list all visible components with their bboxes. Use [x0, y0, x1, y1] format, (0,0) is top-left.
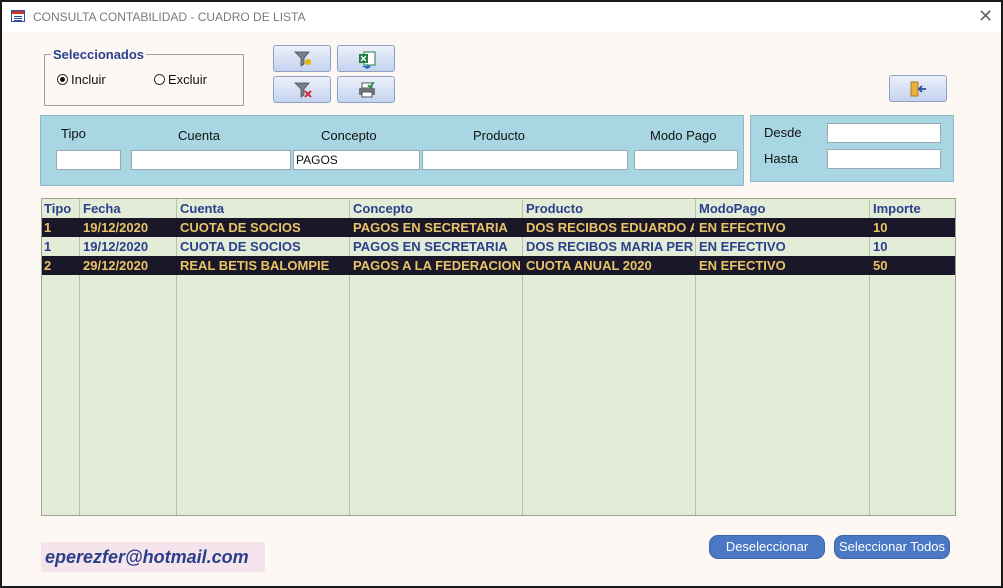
author-email: eperezfer@hotmail.com: [41, 542, 265, 572]
print-button[interactable]: [337, 76, 395, 103]
results-grid[interactable]: Tipo Fecha Cuenta Concepto Producto Modo…: [41, 198, 956, 516]
filter-producto-label: Producto: [473, 128, 526, 143]
cell-cuenta: REAL BETIS BALOMPIE: [180, 258, 330, 273]
col-header-cuenta[interactable]: Cuenta: [180, 199, 224, 218]
col-header-importe[interactable]: Importe: [873, 199, 921, 218]
filter-tipo-input[interactable]: [56, 150, 121, 170]
selection-group: Seleccionados Incluir Excluir: [44, 47, 244, 106]
clear-filter-button[interactable]: [273, 76, 331, 103]
cell-cuenta: CUOTA DE SOCIOS: [180, 220, 301, 235]
window-title: CONSULTA CONTABILIDAD - CUADRO DE LISTA: [33, 10, 306, 24]
radio-excluir-indicator[interactable]: [154, 73, 165, 85]
cell-tipo: 1: [44, 220, 52, 235]
selection-group-legend: Seleccionados: [51, 47, 147, 62]
radio-excluir-label: Excluir: [168, 71, 208, 87]
table-row[interactable]: 1 19/12/2020 CUOTA DE SOCIOS PAGOS EN SE…: [42, 218, 955, 237]
cell-concepto: PAGOS EN SECRETARIA: [353, 220, 508, 235]
excel-export-icon: [359, 51, 376, 69]
cell-modopago: EN EFECTIVO: [699, 220, 786, 235]
cell-producto: DOS RECIBOS MARIA PEREZ: [526, 239, 694, 254]
cell-producto: CUOTA ANUAL 2020: [526, 258, 652, 273]
hasta-label: Hasta: [764, 151, 798, 166]
table-row[interactable]: 2 29/12/2020 REAL BETIS BALOMPIE PAGOS A…: [42, 256, 955, 275]
col-header-concepto[interactable]: Concepto: [353, 199, 413, 218]
table-row[interactable]: 1 19/12/2020 CUOTA DE SOCIOS PAGOS EN SE…: [42, 237, 955, 256]
date-panel: Desde Hasta: [750, 115, 954, 182]
radio-excluir[interactable]: Excluir: [154, 71, 207, 87]
consulta-window: CONSULTA CONTABILIDAD - CUADRO DE LISTA …: [0, 0, 1003, 588]
filter-cuenta-label: Cuenta: [178, 128, 220, 143]
cell-tipo: 2: [44, 258, 52, 273]
export-excel-button[interactable]: [337, 45, 395, 72]
cell-importe: 50: [873, 258, 888, 273]
radio-incluir[interactable]: Incluir: [57, 71, 106, 87]
cell-importe: 10: [873, 239, 888, 254]
radio-incluir-indicator[interactable]: [57, 73, 68, 85]
filter-icon: [294, 51, 311, 67]
title-bar: CONSULTA CONTABILIDAD - CUADRO DE LISTA …: [2, 2, 1001, 32]
cell-tipo: 1: [44, 239, 52, 254]
exit-button[interactable]: [889, 75, 947, 102]
cell-concepto: PAGOS A LA FEDERACION: [353, 258, 520, 273]
desde-input[interactable]: [827, 123, 941, 143]
deselect-button[interactable]: Deseleccionar: [709, 535, 825, 559]
filter-producto-input[interactable]: [422, 150, 628, 170]
cell-modopago: EN EFECTIVO: [699, 258, 786, 273]
filter-button[interactable]: [273, 45, 331, 72]
cell-cuenta: CUOTA DE SOCIOS: [180, 239, 301, 254]
hasta-input[interactable]: [827, 149, 941, 169]
print-icon: [359, 82, 375, 98]
form-icon: [11, 10, 25, 22]
cell-fecha: 19/12/2020: [83, 220, 149, 235]
select-all-button[interactable]: Seleccionar Todos: [834, 535, 950, 559]
col-header-tipo[interactable]: Tipo: [44, 199, 71, 218]
filter-concepto-label: Concepto: [321, 128, 377, 143]
filter-cuenta-input[interactable]: [131, 150, 291, 170]
cell-producto: DOS RECIBOS EDUARDO ARI: [526, 220, 694, 235]
cell-importe: 10: [873, 220, 888, 235]
filter-concepto-input[interactable]: PAGOS: [293, 150, 420, 170]
filter-modo-pago-label: Modo Pago: [650, 128, 717, 143]
col-header-producto[interactable]: Producto: [526, 199, 583, 218]
cell-fecha: 29/12/2020: [83, 258, 149, 273]
grid-header-row: [42, 199, 955, 219]
filter-tipo-label: Tipo: [61, 126, 86, 141]
cell-concepto: PAGOS EN SECRETARIA: [353, 239, 508, 254]
desde-label: Desde: [764, 125, 802, 140]
radio-incluir-label: Incluir: [71, 71, 106, 87]
col-header-modopago[interactable]: ModoPago: [699, 199, 765, 218]
close-button[interactable]: ✕: [978, 6, 993, 26]
col-header-fecha[interactable]: Fecha: [83, 199, 121, 218]
clear-filter-icon: [294, 82, 312, 98]
filter-modo-pago-input[interactable]: [634, 150, 738, 170]
filter-panel: Tipo Cuenta Concepto Producto Modo Pago …: [40, 115, 744, 186]
cell-fecha: 19/12/2020: [83, 239, 149, 254]
cell-modopago: EN EFECTIVO: [699, 239, 786, 254]
exit-icon: [910, 81, 926, 97]
